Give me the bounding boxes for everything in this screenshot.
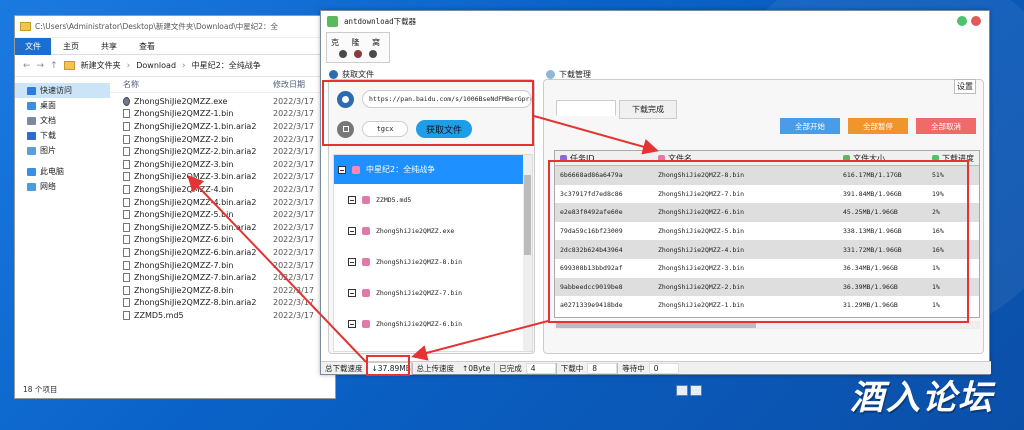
forum-watermark: 酒入论坛 <box>850 378 994 418</box>
arrow-speed-to-files <box>187 175 367 363</box>
annotation-arrows <box>187 115 659 363</box>
arrow-input-to-table <box>533 115 659 155</box>
arrow-table-to-speed <box>411 320 549 361</box>
